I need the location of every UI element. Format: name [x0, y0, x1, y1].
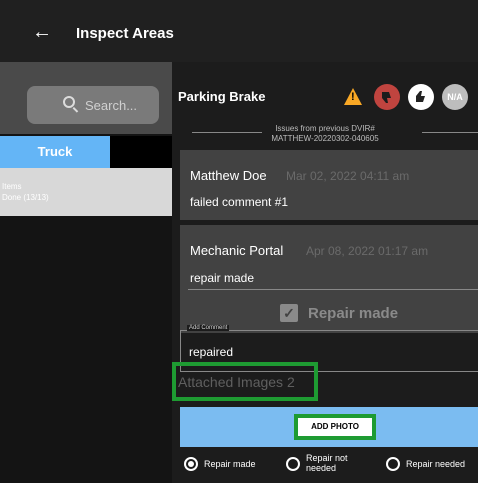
comment-author: Mechanic Portal: [190, 243, 284, 258]
tab-empty[interactable]: [110, 136, 172, 168]
comment-date: Apr 08, 2022 01:17 am: [306, 244, 429, 258]
items-label: Items: [2, 182, 22, 191]
na-button[interactable]: N/A: [442, 84, 468, 110]
item-title: Parking Brake: [178, 89, 266, 104]
comment-card: Matthew Doe Mar 02, 2022 04:11 am failed…: [180, 150, 478, 220]
warning-symbol: !: [351, 91, 355, 103]
sidebar: Search... Truck Items Done (13/13): [0, 62, 172, 483]
add-comment-label: Add Comment: [187, 325, 230, 331]
search-icon: [63, 96, 75, 108]
items-done-count: Done (13/13): [2, 193, 49, 202]
thumbs-up-button[interactable]: [408, 84, 434, 110]
warning-icon: !: [344, 88, 362, 105]
inspection-detail: Parking Brake ! N/A Issues from previous…: [172, 62, 478, 483]
radio-repair-needed[interactable]: [386, 457, 400, 471]
radio-repair-not-needed[interactable]: [286, 457, 300, 471]
page-title: Inspect Areas: [76, 25, 174, 42]
search-placeholder: Search...: [85, 98, 138, 113]
tab-truck[interactable]: Truck: [0, 136, 110, 168]
comment-text: failed comment #1: [190, 195, 289, 209]
search-input[interactable]: Search...: [27, 86, 159, 124]
radio-repair-needed-label: Repair needed: [406, 459, 466, 469]
thumbs-down-button[interactable]: [374, 84, 400, 110]
radio-repair-not-needed-label-1: Repair not: [306, 453, 348, 463]
prev-issues-title: Issues from previous DVIR#: [275, 124, 375, 133]
comment-divider: [188, 289, 478, 290]
radio-repair-not-needed-label-2: needed: [306, 463, 337, 473]
add-comment-value: repaired: [189, 345, 234, 359]
prev-issues-id: MATTHEW-20220302-040605: [271, 134, 379, 143]
sidebar-item-items[interactable]: Items Done (13/13): [0, 168, 172, 216]
attached-images-highlight: [172, 362, 318, 401]
back-arrow-icon[interactable]: ←: [32, 22, 52, 42]
repair-made-checkbox[interactable]: ✓: [280, 304, 298, 322]
add-photo-button[interactable]: ADD PHOTO: [294, 414, 376, 440]
comment-date: Mar 02, 2022 04:11 am: [286, 169, 410, 183]
thumbs-up-icon: [416, 91, 425, 102]
repair-made-checkbox-label: Repair made: [308, 305, 399, 322]
top-app-bar: ← Inspect Areas: [0, 0, 478, 62]
radio-repair-made-label: Repair made: [204, 459, 256, 469]
thumbs-down-icon: [382, 92, 391, 103]
comment-author: Matthew Doe: [190, 168, 267, 183]
mechanic-comment-card: Mechanic Portal Apr 08, 2022 01:17 am re…: [180, 225, 478, 333]
radio-repair-made[interactable]: [184, 457, 198, 471]
comment-text: repair made: [190, 271, 255, 285]
